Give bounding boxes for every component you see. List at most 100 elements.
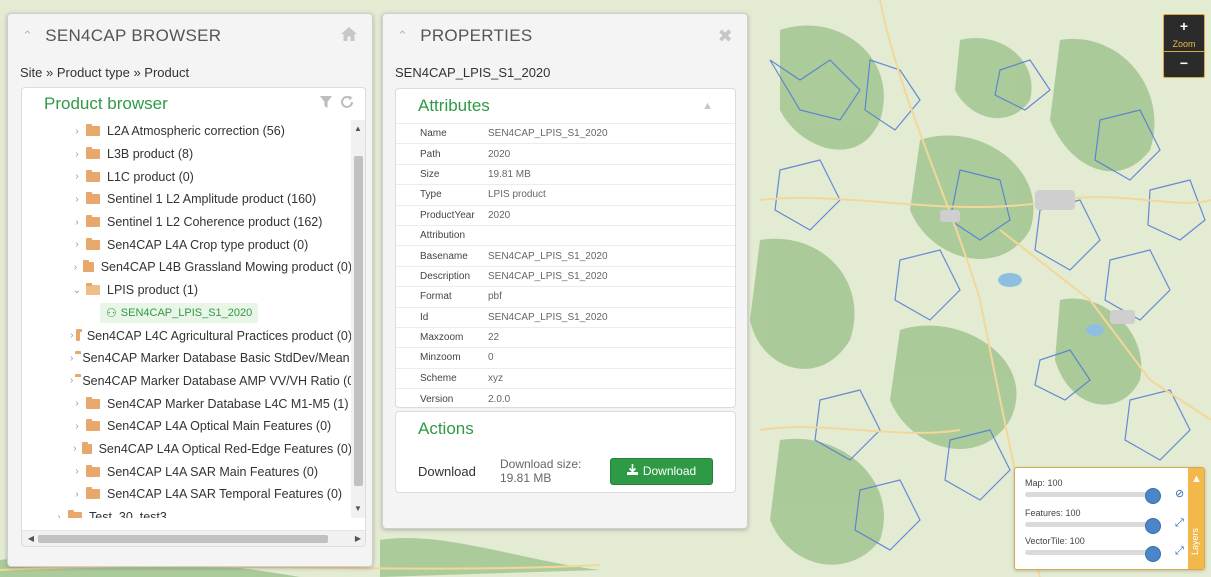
download-button[interactable]: Download xyxy=(610,457,713,485)
tree-folder-row[interactable]: ⌄ LPIS product (1) xyxy=(22,279,352,302)
chevron-right-icon[interactable]: › xyxy=(70,489,84,500)
download-icon xyxy=(626,464,638,478)
attribute-key: Minzoom xyxy=(420,352,461,364)
chevron-right-icon[interactable]: › xyxy=(70,194,84,205)
zoom-in-button[interactable]: + xyxy=(1164,15,1204,37)
expand-icon[interactable]: ⤢ xyxy=(1175,517,1184,530)
filter-icon[interactable] xyxy=(319,95,333,113)
attribute-row: Type LPIS product xyxy=(396,184,735,205)
tree-product-item[interactable]: ⚇ SEN4CAP_LPIS_S1_2020 xyxy=(22,302,352,325)
chevron-right-icon[interactable]: › xyxy=(70,466,84,477)
product-layers-icon: ⚇ xyxy=(106,305,117,320)
scroll-right-icon[interactable]: ▶ xyxy=(351,531,365,546)
attribute-value: xyz xyxy=(488,372,503,384)
home-icon[interactable] xyxy=(340,26,358,47)
vertical-scrollbar[interactable]: ▲ ▼ xyxy=(351,120,365,518)
tree-folder-row[interactable]: › Sen4CAP L4A Optical Red-Edge Features (… xyxy=(22,438,352,461)
attributes-card: Attributes ▲ Name SEN4CAP_LPIS_S1_2020 Pat… xyxy=(395,88,736,408)
download-label: Download xyxy=(418,463,476,479)
attribute-row: Format pbf xyxy=(396,286,735,307)
layers-tab[interactable]: ▲ Layers xyxy=(1188,468,1204,569)
tree-folder-row[interactable]: › Sen4CAP Marker Database L4C M1-M5 (1) xyxy=(22,392,352,415)
chevron-right-icon[interactable]: › xyxy=(70,126,84,137)
zoom-out-button[interactable]: − xyxy=(1164,51,1204,73)
tree-folder-row[interactable]: › Sen4CAP L4A Optical Main Features (0) xyxy=(22,415,352,438)
folder-icon xyxy=(86,237,100,250)
chevron-right-icon[interactable]: › xyxy=(70,262,81,273)
opacity-slider-knob[interactable] xyxy=(1145,488,1161,504)
breadcrumb[interactable]: Site » Product type » Product xyxy=(8,58,372,88)
tree-folder-row[interactable]: › Sentinel 1 L2 Coherence product (162) xyxy=(22,211,352,234)
tree-folder-row[interactable]: › L1C product (0) xyxy=(22,165,352,188)
opacity-slider-track[interactable] xyxy=(1025,550,1153,555)
collapse-chevron-icon[interactable]: ⌃ xyxy=(397,28,408,44)
tree-folder-row[interactable]: › Test_30_test3 xyxy=(22,506,352,518)
chevron-right-icon[interactable]: › xyxy=(70,217,84,228)
properties-panel-header: ⌃ PROPERTIES ✖ xyxy=(383,14,747,58)
close-icon[interactable]: ✖ xyxy=(718,26,733,47)
tree-folder-row[interactable]: › Sen4CAP L4B Grassland Mowing product (0… xyxy=(22,256,352,279)
chevron-right-icon[interactable]: › xyxy=(70,171,84,182)
product-browser-title: Product browser xyxy=(44,94,168,113)
tree-folder-label: L3B product (8) xyxy=(107,147,194,162)
product-chip[interactable]: ⚇ SEN4CAP_LPIS_S1_2020 xyxy=(100,302,259,323)
tree-folder-row[interactable]: › L3B product (8) xyxy=(22,143,352,166)
tree-folder-label: Sen4CAP L4A SAR Main Features (0) xyxy=(107,464,318,479)
collapse-chevron-icon[interactable]: ▲ xyxy=(702,100,713,112)
folder-icon xyxy=(86,396,100,409)
chevron-right-icon[interactable]: › xyxy=(70,421,84,432)
attributes-title: Attributes xyxy=(418,96,490,115)
chevron-right-icon[interactable]: › xyxy=(70,330,74,341)
properties-panel: ⌃ PROPERTIES ✖ SEN4CAP_LPIS_S1_2020 Attr… xyxy=(382,13,748,529)
attribute-key: Basename xyxy=(420,250,468,262)
attribute-row: Scheme xyz xyxy=(396,368,735,388)
layer-row: Features: 100 ⤢ xyxy=(1025,508,1185,534)
folder-icon xyxy=(75,328,82,341)
horizontal-scroll-thumb[interactable] xyxy=(38,535,328,543)
attribute-value xyxy=(478,225,735,245)
chevron-right-icon[interactable]: › xyxy=(70,443,80,454)
chevron-right-icon[interactable]: › xyxy=(70,375,73,386)
tree-folder-row[interactable]: › Sentinel 1 L2 Amplitude product (160) xyxy=(22,188,352,211)
download-button-label: Download xyxy=(642,464,697,478)
expand-icon[interactable]: ⤢ xyxy=(1175,545,1184,558)
attribute-value: 2020 xyxy=(488,148,511,160)
chevron-right-icon[interactable]: › xyxy=(70,353,73,364)
tree-folder-row[interactable]: › Sen4CAP Marker Database Basic StdDev/Me… xyxy=(22,347,352,370)
product-name: SEN4CAP_LPIS_S1_2020 xyxy=(395,65,551,80)
tree-folder-row[interactable]: › L2A Atmospheric correction (56) xyxy=(22,120,352,143)
tree-folder-row[interactable]: › Sen4CAP L4A SAR Temporal Features (0) xyxy=(22,483,352,506)
chevron-right-icon[interactable]: › xyxy=(70,398,84,409)
pin-icon[interactable]: ▲ xyxy=(1191,473,1202,485)
vertical-scroll-thumb[interactable] xyxy=(354,156,363,486)
collapse-chevron-icon[interactable]: ⌃ xyxy=(22,28,33,44)
product-label: SEN4CAP_LPIS_S1_2020 xyxy=(120,306,253,319)
opacity-slider-knob[interactable] xyxy=(1145,546,1161,562)
layer-label: Map: 100 xyxy=(1025,478,1063,488)
tree-folder-row[interactable]: › Sen4CAP L4C Agricultural Practices prod… xyxy=(22,324,352,347)
tree-folder-row[interactable]: › Sen4CAP Marker Database AMP VV/VH Ratio… xyxy=(22,370,352,393)
attribute-value: SEN4CAP_LPIS_S1_2020 xyxy=(488,270,608,282)
tree-folder-label: Sentinel 1 L2 Coherence product (162) xyxy=(107,215,323,230)
opacity-slider-knob[interactable] xyxy=(1145,518,1161,534)
tree-folder-label: Sen4CAP L4A Crop type product (0) xyxy=(107,237,309,252)
scroll-down-icon[interactable]: ▼ xyxy=(351,502,365,516)
opacity-slider-track[interactable] xyxy=(1025,522,1153,527)
scroll-left-icon[interactable]: ◀ xyxy=(24,531,38,546)
scroll-up-icon[interactable]: ▲ xyxy=(351,122,365,136)
product-tree: › L2A Atmospheric correction (56) › L3B pro… xyxy=(22,120,352,518)
tree-folder-row[interactable]: › Sen4CAP L4A SAR Main Features (0) xyxy=(22,460,352,483)
attributes-header: Attributes ▲ xyxy=(396,89,735,123)
attribute-value: SEN4CAP_LPIS_S1_2020 xyxy=(488,311,608,323)
chevron-right-icon[interactable]: › xyxy=(52,512,66,518)
attributes-table: Name SEN4CAP_LPIS_S1_2020 Path 2020 Size 19.8… xyxy=(396,123,735,409)
opacity-slider-track[interactable] xyxy=(1025,492,1153,497)
chevron-right-icon[interactable]: › xyxy=(70,149,84,160)
tree-folder-row[interactable]: › Sen4CAP L4A Crop type product (0) xyxy=(22,233,352,256)
chevron-down-icon[interactable]: ⌄ xyxy=(70,285,84,296)
refresh-icon[interactable] xyxy=(339,94,355,114)
chevron-right-icon[interactable]: › xyxy=(70,239,84,250)
eye-slash-icon[interactable]: ⊘ xyxy=(1175,487,1184,500)
attribute-value: 0 xyxy=(488,352,494,364)
horizontal-scrollbar[interactable]: ◀ ▶ xyxy=(22,530,365,546)
